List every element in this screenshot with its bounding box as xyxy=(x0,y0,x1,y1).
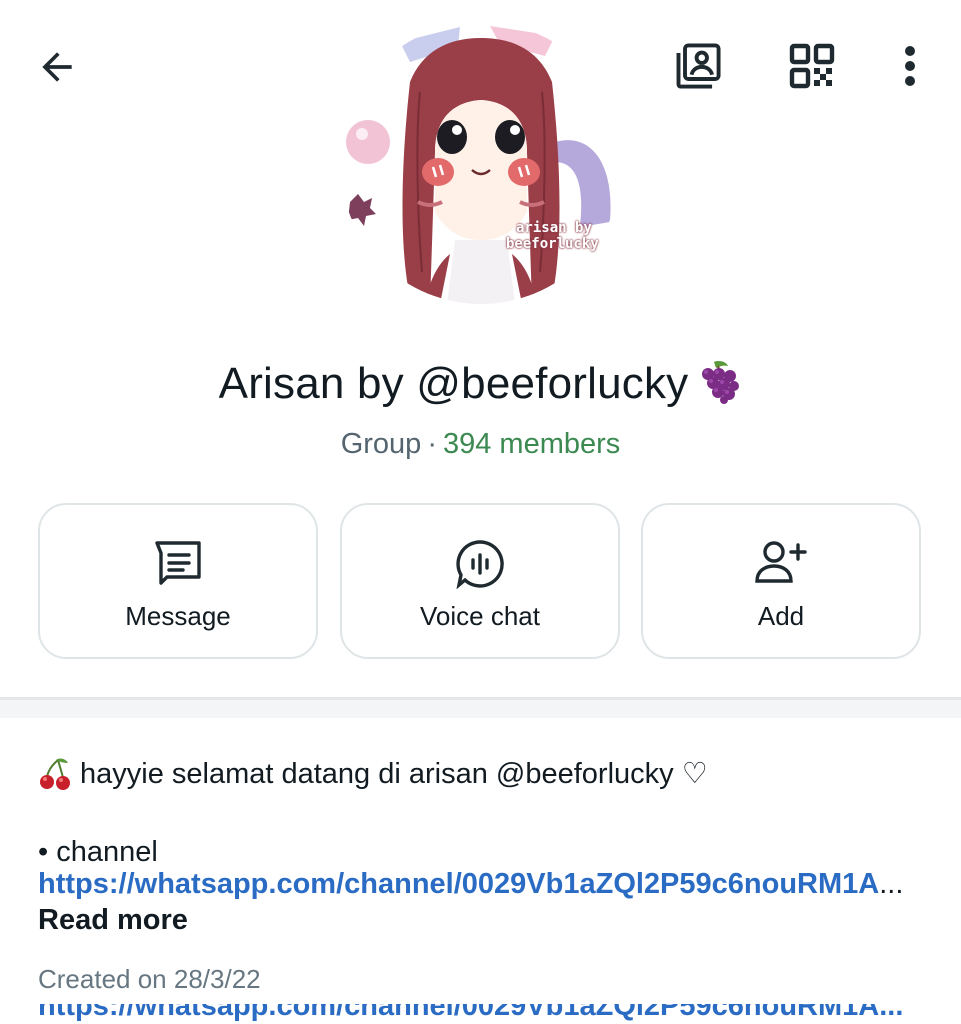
voice-chat-icon xyxy=(342,539,618,589)
cherries-emoji-icon xyxy=(38,757,72,791)
group-name: Arisan by @beeforlucky xyxy=(218,359,689,408)
channel-link-text[interactable]: https://whatsapp.com/channel/0029Vb1aZQl… xyxy=(38,868,879,900)
next-section-link-peek[interactable]: https://whatsapp.com/channel/0029Vb1aZQl… xyxy=(38,1004,903,1024)
next-section-link-text[interactable]: https://whatsapp.com/channel/0029Vb1aZQl… xyxy=(38,1004,903,1021)
message-label: Message xyxy=(125,601,231,631)
group-title-row: Arisan by @beeforlucky xyxy=(0,358,961,409)
qr-code-icon[interactable] xyxy=(784,38,840,94)
link-ellipsis: ... xyxy=(879,868,904,900)
add-person-icon xyxy=(643,539,919,587)
media-gallery-icon[interactable] xyxy=(668,36,728,96)
back-arrow-icon[interactable] xyxy=(30,40,84,94)
created-date: Created on 28/3/22 xyxy=(38,964,261,994)
avatar-caption-line2: beeforlucky xyxy=(506,236,599,252)
subtitle-separator: · xyxy=(427,428,437,460)
channel-link[interactable]: https://whatsapp.com/channel/0029Vb1aZQl… xyxy=(38,868,903,901)
message-icon xyxy=(40,539,316,587)
voice-chat-label: Voice chat xyxy=(420,601,540,631)
section-separator-band xyxy=(0,700,961,718)
members-count-link[interactable]: 394 members xyxy=(443,428,620,460)
group-description[interactable]: hayyie selamat datang di arisan @beeforl… xyxy=(38,756,938,994)
group-subtitle: Group · 394 members xyxy=(0,428,961,461)
group-avatar[interactable]: arisan by beeforlucky xyxy=(340,22,622,304)
voice-chat-button[interactable]: Voice chat xyxy=(340,503,620,659)
grapes-emoji-icon xyxy=(696,358,742,409)
message-button[interactable]: Message xyxy=(38,503,318,659)
group-type: Group xyxy=(340,428,422,460)
description-channel-label: • channel xyxy=(38,836,158,868)
avatar-caption-line1: arisan by xyxy=(516,220,592,236)
description-greeting: hayyie selamat datang di arisan @beeforl… xyxy=(80,758,708,790)
action-buttons: Message Voice chat Add xyxy=(38,503,922,661)
read-more-link[interactable]: Read more xyxy=(38,904,188,937)
add-member-button[interactable]: Add xyxy=(641,503,921,659)
add-label: Add xyxy=(757,601,805,631)
more-vertical-icon[interactable] xyxy=(890,38,930,94)
